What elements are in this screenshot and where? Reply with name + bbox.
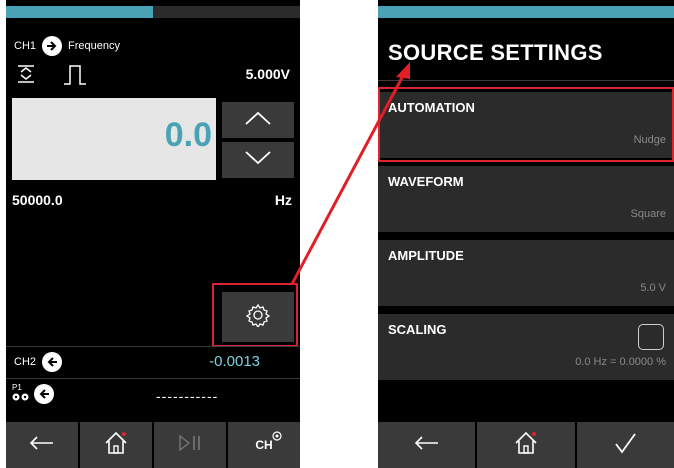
pointer-arrow: [290, 62, 410, 285]
